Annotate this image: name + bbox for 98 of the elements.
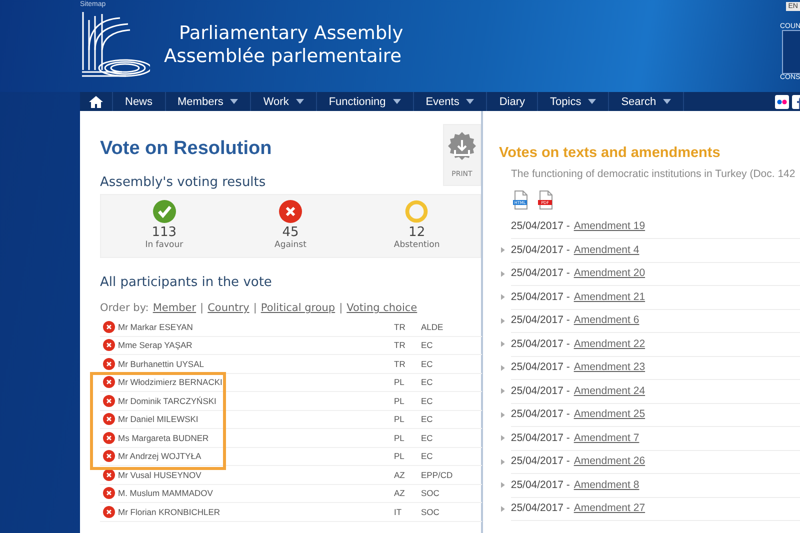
country-code: PL [394,377,406,388]
member-name: Mme Serap YAŞAR [118,340,194,350]
political-group: EPP/CD [421,470,453,480]
cross-icon [103,413,115,426]
country-code: PL [394,451,406,462]
separator-text: | [253,302,257,314]
vote-count: 12 [408,226,426,240]
vote-date: 25/04/2017 - [510,502,570,514]
sort-link[interactable]: Voting choice [346,302,418,314]
member-name: Mr Vusal HUSEYNOV [118,470,202,480]
political-group: SOC [421,488,440,498]
vote-date: 25/04/2017 - [510,314,570,326]
member-name: Mr Włodzimierz BERNACKI [118,377,224,388]
assembly-logo-icon [80,10,150,80]
member-name: Ms Margareta BUDNER [118,432,210,443]
sort-link[interactable]: Member [152,302,196,314]
vote-label: In favour [145,240,184,250]
amendment-link[interactable]: Amendment 23 [574,361,646,374]
amendment-link[interactable]: Amendment 4 [574,244,640,256]
political-group: EC [421,414,433,424]
political-group: EC [421,358,433,369]
vote-date: 25/04/2017 - [510,267,570,280]
vote-date: 25/04/2017 - [510,478,570,491]
amendment-link[interactable]: Amendment 26 [574,455,646,468]
cross-icon [103,376,115,388]
amendment-link[interactable]: Amendment 21 [574,290,646,303]
amendment-link[interactable]: Amendment 25 [574,408,646,420]
vote-date: 25/04/2017 - [510,384,570,397]
amendment-link[interactable]: Amendment 6 [574,314,640,326]
cross-icon [103,450,115,462]
document-title: The functioning of democratic institutions in Turkey (Doc. 142 [510,168,796,180]
member-name: Mr Daniel MILEWSKI [118,414,200,424]
site-title: Parliamentary Assembly [178,22,404,45]
site-title: Assemblée parlementaire [164,45,403,68]
country-code: PL [394,432,406,443]
separator-text: | [200,302,204,314]
cross-icon [103,358,115,370]
political-group: EC [421,432,433,443]
vote-label: Abstention [394,240,440,250]
member-name: Mr Andrzej WOJTYŁA [118,451,202,462]
page-title: Vote on Resolution [100,137,272,160]
vote-date: 25/04/2017 - [510,408,570,420]
vote-date: 25/04/2017 - [510,338,570,350]
amendment-link[interactable]: Amendment 7 [574,432,640,444]
country-code: PL [394,414,406,424]
member-name: M. Muslum MAMMADOV [118,488,214,498]
cross-icon [103,487,115,500]
cross-icon [103,394,115,407]
amendment-link[interactable]: Amendment 19 [574,220,646,232]
vote-count: 45 [282,226,299,240]
cross-icon [103,468,115,481]
amendment-link[interactable]: Amendment 8 [574,478,640,491]
ring-icon [405,200,428,223]
sort-link[interactable]: Political group [260,302,336,314]
cross-icon [278,200,302,223]
country-code: PL [394,396,406,406]
country-code: TR [394,340,406,350]
cross-icon [103,320,115,333]
cross-icon [103,432,115,444]
section-heading: All participants in the vote [100,275,273,290]
section-heading: Votes on texts and amendments [499,145,722,161]
member-name: Mr Florian KRONBICHLER [118,506,222,517]
check-icon [152,200,176,223]
amendment-link[interactable]: Amendment 20 [574,267,646,280]
home-icon [89,96,103,108]
country-code: IT [394,506,403,517]
vote-date: 25/04/2017 - [510,455,570,468]
sort-link[interactable]: Country [208,302,250,314]
member-name: Mr Burhanettin UYSAL [118,358,205,369]
political-group: EC [421,377,433,388]
amendment-link[interactable]: Amendment 22 [574,338,646,350]
section-heading: Assembly's voting results [100,175,267,190]
vote-date: 25/04/2017 - [510,290,570,303]
country-code: TR [394,358,406,369]
separator-text: | [339,302,343,314]
cross-icon [103,339,115,352]
order-by-label: Order by: [100,302,149,314]
political-group: SOC [421,506,440,517]
amendment-link[interactable]: Amendment 24 [574,384,646,397]
country-code: AZ [394,470,406,480]
member-name: Mr Dominik TARCZYŃSKI [118,396,218,406]
political-group: EC [421,451,433,462]
vote-label: Against [274,240,306,250]
political-group: ALDE [421,322,444,332]
vote-date: 25/04/2017 - [510,244,570,256]
amendment-link[interactable]: Amendment 27 [574,502,646,514]
council-logo [782,30,800,74]
vote-date: 25/04/2017 - [510,361,570,374]
political-group: EC [421,340,433,350]
country-code: AZ [394,488,406,498]
country-code: TR [394,322,406,332]
vote-count: 113 [152,226,177,240]
vote-date: 25/04/2017 - [510,220,570,232]
member-name: Mr Markar ESEYAN [118,322,194,332]
flickr-icon [775,94,789,108]
vote-date: 25/04/2017 - [510,432,570,444]
cross-icon [103,506,115,518]
political-group: EC [421,396,433,406]
